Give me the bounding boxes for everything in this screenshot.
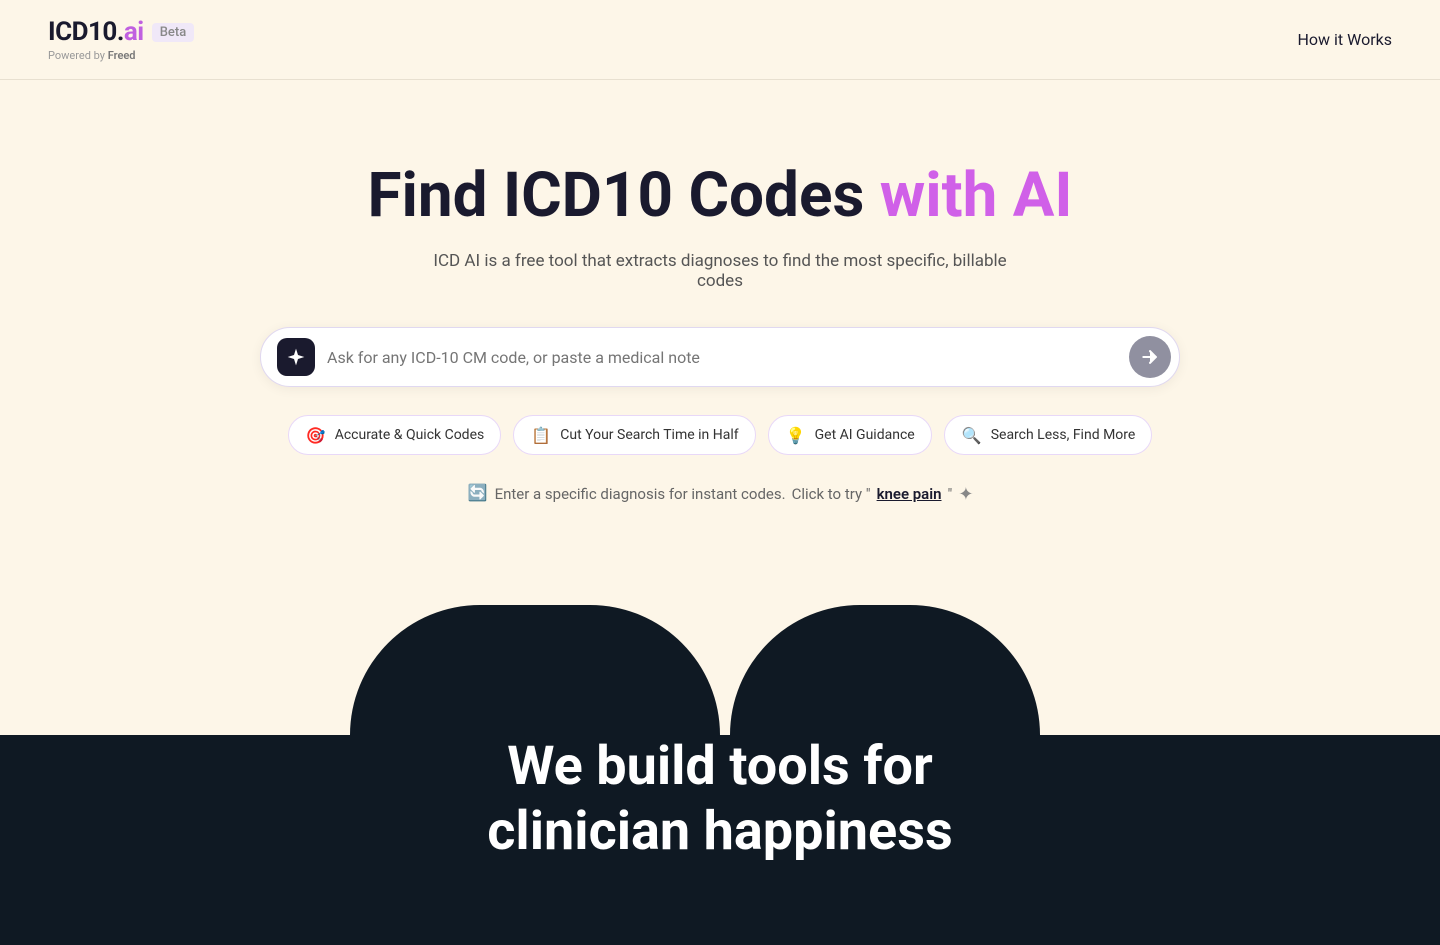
logo-text: ICD10.ai bbox=[48, 17, 144, 47]
hero-section: Find ICD10 Codes with AI ICD AI is a fre… bbox=[0, 80, 1440, 605]
chip-search-less-icon: 🔍 bbox=[961, 424, 983, 446]
ai-icon bbox=[277, 338, 315, 376]
chip-search-time-icon: 📋 bbox=[530, 424, 552, 446]
chip-ai-guidance[interactable]: 💡 Get AI Guidance bbox=[768, 415, 932, 455]
logo-top: ICD10.ai Beta bbox=[48, 17, 194, 47]
chip-search-time[interactable]: 📋 Cut Your Search Time in Half bbox=[513, 415, 755, 455]
search-bar bbox=[260, 327, 1180, 387]
sparkle-hint-icon: ✦ bbox=[958, 484, 973, 505]
chip-accurate-label: Accurate & Quick Codes bbox=[335, 427, 485, 443]
chip-search-time-label: Cut Your Search Time in Half bbox=[560, 427, 738, 443]
chip-search-less[interactable]: 🔍 Search Less, Find More bbox=[944, 415, 1153, 455]
chip-accurate[interactable]: 🎯 Accurate & Quick Codes bbox=[288, 415, 502, 455]
powered-by: Powered by Freed bbox=[48, 49, 194, 62]
hero-title-part2: with AI bbox=[880, 159, 1073, 232]
hint-row: 🔄 Enter a specific diagnosis for instant… bbox=[467, 483, 974, 505]
chip-ai-guidance-label: Get AI Guidance bbox=[815, 427, 915, 443]
hero-title: Find ICD10 Codes with AI bbox=[367, 160, 1072, 231]
logo-icd10: ICD10. bbox=[48, 17, 124, 47]
how-it-works-link[interactable]: How it Works bbox=[1298, 30, 1393, 49]
bottom-title-line2: clinician happiness bbox=[487, 800, 952, 863]
hint-icon: 🔄 bbox=[467, 483, 489, 505]
chip-search-less-label: Search Less, Find More bbox=[991, 427, 1136, 443]
arches-container bbox=[0, 605, 1440, 735]
header: ICD10.ai Beta Powered by Freed How it Wo… bbox=[0, 0, 1440, 80]
hint-cta-prefix: Click to try " bbox=[792, 485, 871, 503]
chips-row: 🎯 Accurate & Quick Codes 📋 Cut Your Sear… bbox=[288, 415, 1153, 455]
hero-title-part1: Find ICD10 Codes bbox=[367, 159, 879, 232]
arrow-right-icon bbox=[1140, 347, 1160, 367]
chip-accurate-icon: 🎯 bbox=[305, 424, 327, 446]
arch-right bbox=[730, 605, 1040, 735]
dark-content: We build tools for clinician happiness bbox=[0, 735, 1440, 945]
knee-pain-link[interactable]: knee pain bbox=[877, 485, 942, 503]
beta-badge: Beta bbox=[152, 23, 195, 42]
search-input[interactable] bbox=[327, 348, 1129, 367]
bottom-wrapper: We build tools for clinician happiness bbox=[0, 605, 1440, 945]
chip-ai-guidance-icon: 💡 bbox=[785, 424, 807, 446]
freed-label: Freed bbox=[108, 49, 136, 62]
arch-left bbox=[350, 605, 720, 735]
search-submit-button[interactable] bbox=[1129, 336, 1171, 378]
logo-area: ICD10.ai Beta Powered by Freed bbox=[48, 17, 194, 62]
hero-subtitle: ICD AI is a free tool that extracts diag… bbox=[420, 251, 1020, 291]
bottom-title-line1: We build tools for bbox=[507, 735, 933, 798]
logo-ai: ai bbox=[124, 17, 144, 47]
hint-prefix: Enter a specific diagnosis for instant c… bbox=[495, 485, 786, 503]
hint-cta-suffix: " bbox=[948, 485, 953, 503]
bottom-title: We build tools for clinician happiness bbox=[48, 735, 1392, 865]
sparkle-icon bbox=[286, 347, 306, 367]
